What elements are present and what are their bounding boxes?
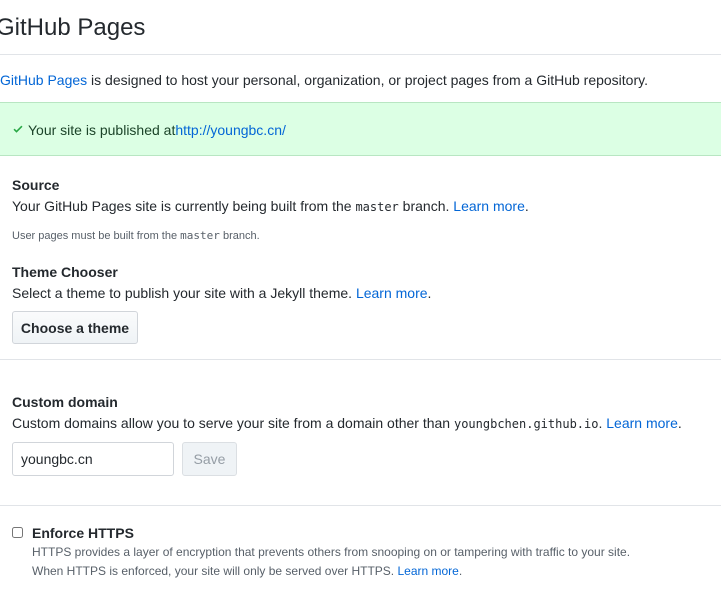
source-note-branch: master — [180, 229, 220, 242]
enforce-https-checkbox[interactable] — [12, 527, 23, 538]
github-pages-link[interactable]: GitHub Pages — [0, 72, 87, 88]
intro-text: GitHub Pages is designed to host your pe… — [0, 72, 648, 88]
source-description: Your GitHub Pages site is currently bein… — [12, 198, 529, 214]
custom-domain-description: Custom domains allow you to serve your s… — [12, 415, 682, 431]
source-heading: Source — [12, 177, 60, 193]
save-button[interactable]: Save — [182, 442, 237, 476]
source-learn-more-link[interactable]: Learn more — [453, 198, 525, 214]
https-description: HTTPS provides a layer of encryption tha… — [32, 545, 631, 559]
check-icon — [12, 122, 28, 138]
https-learn-more-link[interactable]: Learn more — [397, 564, 458, 578]
theme-description: Select a theme to publish your site with… — [12, 285, 432, 301]
source-branch: master — [355, 200, 399, 214]
custom-domain-input[interactable] — [12, 442, 174, 476]
published-flash: Your site is published at http://youngbc… — [0, 102, 721, 156]
theme-divider — [0, 359, 721, 360]
theme-learn-more-link[interactable]: Learn more — [356, 285, 428, 301]
custom-domain-heading: Custom domain — [12, 394, 118, 410]
published-site-link[interactable]: http://youngbc.cn/ — [175, 122, 286, 138]
title-divider — [0, 54, 721, 55]
source-note: User pages must be built from the master… — [12, 229, 260, 242]
default-domain: youngbchen.github.io — [453, 417, 599, 431]
domain-learn-more-link[interactable]: Learn more — [606, 415, 678, 431]
domain-divider — [0, 505, 721, 506]
intro-description: is designed to host your personal, organ… — [87, 72, 648, 88]
https-enforced-note: When HTTPS is enforced, your site will o… — [32, 564, 463, 578]
published-message: Your site is published at — [28, 122, 176, 138]
theme-chooser-heading: Theme Chooser — [12, 264, 118, 280]
enforce-https-label[interactable]: Enforce HTTPS — [32, 525, 134, 541]
choose-theme-button[interactable]: Choose a theme — [12, 311, 138, 344]
page-title: GitHub Pages — [0, 14, 146, 41]
